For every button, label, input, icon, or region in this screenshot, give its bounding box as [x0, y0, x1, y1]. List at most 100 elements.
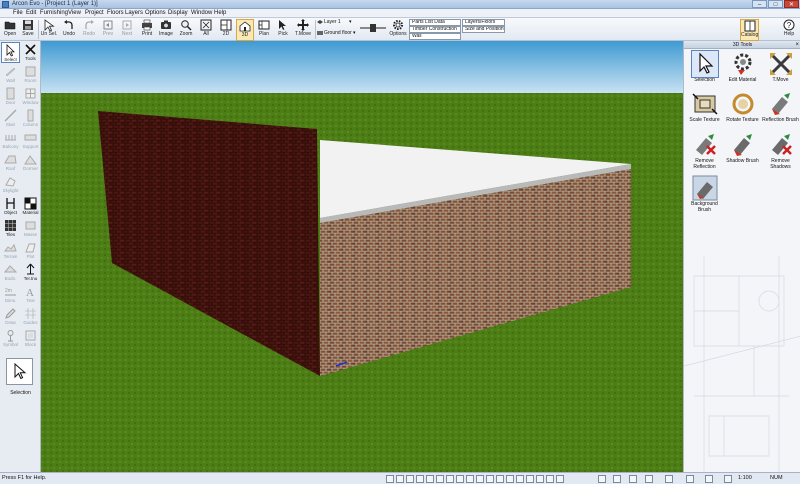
pin-toggle-icon[interactable]: [598, 475, 606, 483]
menu-file[interactable]: File: [13, 10, 23, 16]
image-button[interactable]: Image: [157, 19, 175, 41]
save-button[interactable]: Save: [20, 19, 36, 41]
tool-remove-reflection[interactable]: Remove Reflection: [686, 132, 723, 170]
layer-toggle-icon[interactable]: [416, 475, 424, 483]
ter-tnu-tool[interactable]: Ter.tnu: [21, 262, 40, 283]
tool-rotate-texture[interactable]: Rotate Texture: [724, 91, 761, 123]
plot-tool[interactable]: Plot: [21, 240, 40, 261]
close-button[interactable]: ✕: [784, 0, 799, 8]
menu-window[interactable]: Window: [191, 10, 212, 16]
menu-display[interactable]: Display: [168, 10, 188, 16]
material-tool[interactable]: Material: [21, 196, 40, 217]
tool-scale-texture[interactable]: Scale Texture: [686, 91, 723, 123]
floor-dropdown-icon[interactable]: ▾: [353, 30, 356, 36]
ortho-toggle-icon[interactable]: [406, 475, 414, 483]
bodies-tool[interactable]: Bodn.: [1, 262, 20, 283]
redo-button[interactable]: Redo: [80, 19, 98, 41]
tool-t-move[interactable]: T.Move: [762, 51, 799, 83]
object-toggle-icon[interactable]: [476, 475, 484, 483]
select-tool[interactable]: Select: [1, 42, 20, 63]
roof-tool[interactable]: Roof: [1, 152, 20, 173]
3d-viewport[interactable]: [41, 41, 683, 472]
panel-close-icon[interactable]: ×: [795, 41, 799, 49]
minimize-button[interactable]: –: [752, 0, 767, 8]
tool-shadow-brush[interactable]: Shadow Brush: [724, 132, 761, 164]
material-toggle-icon[interactable]: [516, 475, 524, 483]
block-tool[interactable]: Block: [21, 328, 40, 349]
tool-remove-shadows[interactable]: Remove Shadows: [762, 132, 799, 170]
view-2d-button[interactable]: 2D: [217, 19, 235, 41]
light-toggle-icon[interactable]: [536, 475, 544, 483]
open-button[interactable]: Open: [2, 19, 18, 41]
door-toggle-icon[interactable]: [446, 475, 454, 483]
object-tool[interactable]: Object: [1, 196, 20, 217]
undo-button[interactable]: Undo: [60, 19, 78, 41]
fill-toggle-icon[interactable]: [645, 475, 653, 483]
plus-toggle-icon[interactable]: [613, 475, 621, 483]
menu-edit[interactable]: Edit: [26, 10, 36, 16]
options-button[interactable]: Options: [388, 19, 408, 41]
snap-toggle-icon[interactable]: [386, 475, 394, 483]
stair-toggle-icon[interactable]: [466, 475, 474, 483]
room-tool[interactable]: Room: [21, 64, 40, 85]
zoom-all-button[interactable]: All: [197, 19, 215, 41]
ruler-toggle-icon[interactable]: [686, 475, 694, 483]
measure-toggle-icon[interactable]: [705, 475, 713, 483]
pick-button[interactable]: Pick: [274, 19, 292, 41]
maximize-button[interactable]: □: [768, 0, 783, 8]
door-tool[interactable]: Door: [1, 86, 20, 107]
3d-scene[interactable]: [41, 41, 683, 472]
shadow-toggle-icon[interactable]: [526, 475, 534, 483]
scale-toggle-icon[interactable]: [724, 475, 732, 483]
menu-layers[interactable]: Layers: [125, 10, 143, 16]
brightness-slider[interactable]: [360, 24, 386, 32]
view-3d-button[interactable]: 3D: [236, 19, 254, 41]
print-button[interactable]: Print: [138, 19, 156, 41]
zoom-toggle-icon[interactable]: [665, 475, 673, 483]
roof-toggle-icon[interactable]: [436, 475, 444, 483]
grid-toggle-icon[interactable]: [396, 475, 404, 483]
layers-floors-field[interactable]: Layers/Floors: [462, 19, 505, 26]
mass-tool[interactable]: Masse: [21, 218, 40, 239]
terrain-tool[interactable]: Terrain: [1, 240, 20, 261]
balcony-tool[interactable]: Balcony: [1, 130, 20, 151]
window-toggle-icon[interactable]: [456, 475, 464, 483]
zoom-button[interactable]: Zoom: [177, 19, 195, 41]
menu-furnishing[interactable]: Furnishing: [40, 10, 68, 16]
guides-tool[interactable]: Guides: [21, 306, 40, 327]
floor-select[interactable]: Ground floor: [324, 30, 352, 36]
size-position-field[interactable]: Size and Position: [462, 26, 505, 33]
plan-button[interactable]: Plan: [255, 19, 273, 41]
lock-toggle-icon[interactable]: [629, 475, 637, 483]
wall-toggle-icon[interactable]: [426, 475, 434, 483]
dims-toggle-icon[interactable]: [496, 475, 504, 483]
wall-field[interactable]: Wall: [409, 33, 461, 40]
column-tool[interactable]: Column: [21, 108, 40, 129]
prev-button[interactable]: Prev: [99, 19, 117, 41]
timber-construction-field[interactable]: Timber Construction: [409, 26, 461, 33]
draw-tool[interactable]: Draw: [1, 306, 20, 327]
tiles-tool[interactable]: Tiles: [1, 218, 20, 239]
catalog-button[interactable]: Catalog: [740, 19, 759, 41]
window-tool[interactable]: Window: [21, 86, 40, 107]
menu-project[interactable]: Project: [85, 10, 104, 16]
layer-dropdown-icon[interactable]: ▾: [349, 19, 352, 25]
tool-reflection-brush[interactable]: Reflection Brush: [762, 91, 799, 123]
text-toggle-icon[interactable]: [486, 475, 494, 483]
camera-toggle-icon[interactable]: [546, 475, 554, 483]
skylight-tool[interactable]: Skylight: [1, 174, 20, 195]
wall-tool[interactable]: Wall: [1, 64, 20, 85]
dims-tool[interactable]: 2m Dims.: [1, 284, 20, 305]
text-tool[interactable]: A Text: [21, 284, 40, 305]
tools-tool[interactable]: Tools: [21, 42, 40, 63]
stair-tool[interactable]: Stair: [1, 108, 20, 129]
symbol-tool[interactable]: Symbol: [1, 328, 20, 349]
guide-toggle-icon[interactable]: [556, 475, 564, 483]
menu-view[interactable]: View: [68, 10, 81, 16]
tool-edit-material[interactable]: Edit Material: [724, 51, 761, 83]
help-button[interactable]: ? Help: [780, 19, 798, 41]
menu-help[interactable]: Help: [214, 10, 226, 16]
t-move-button[interactable]: T.Move: [293, 19, 313, 41]
unselect-button[interactable]: Un Sel.: [40, 19, 58, 41]
next-button[interactable]: Next: [118, 19, 136, 41]
